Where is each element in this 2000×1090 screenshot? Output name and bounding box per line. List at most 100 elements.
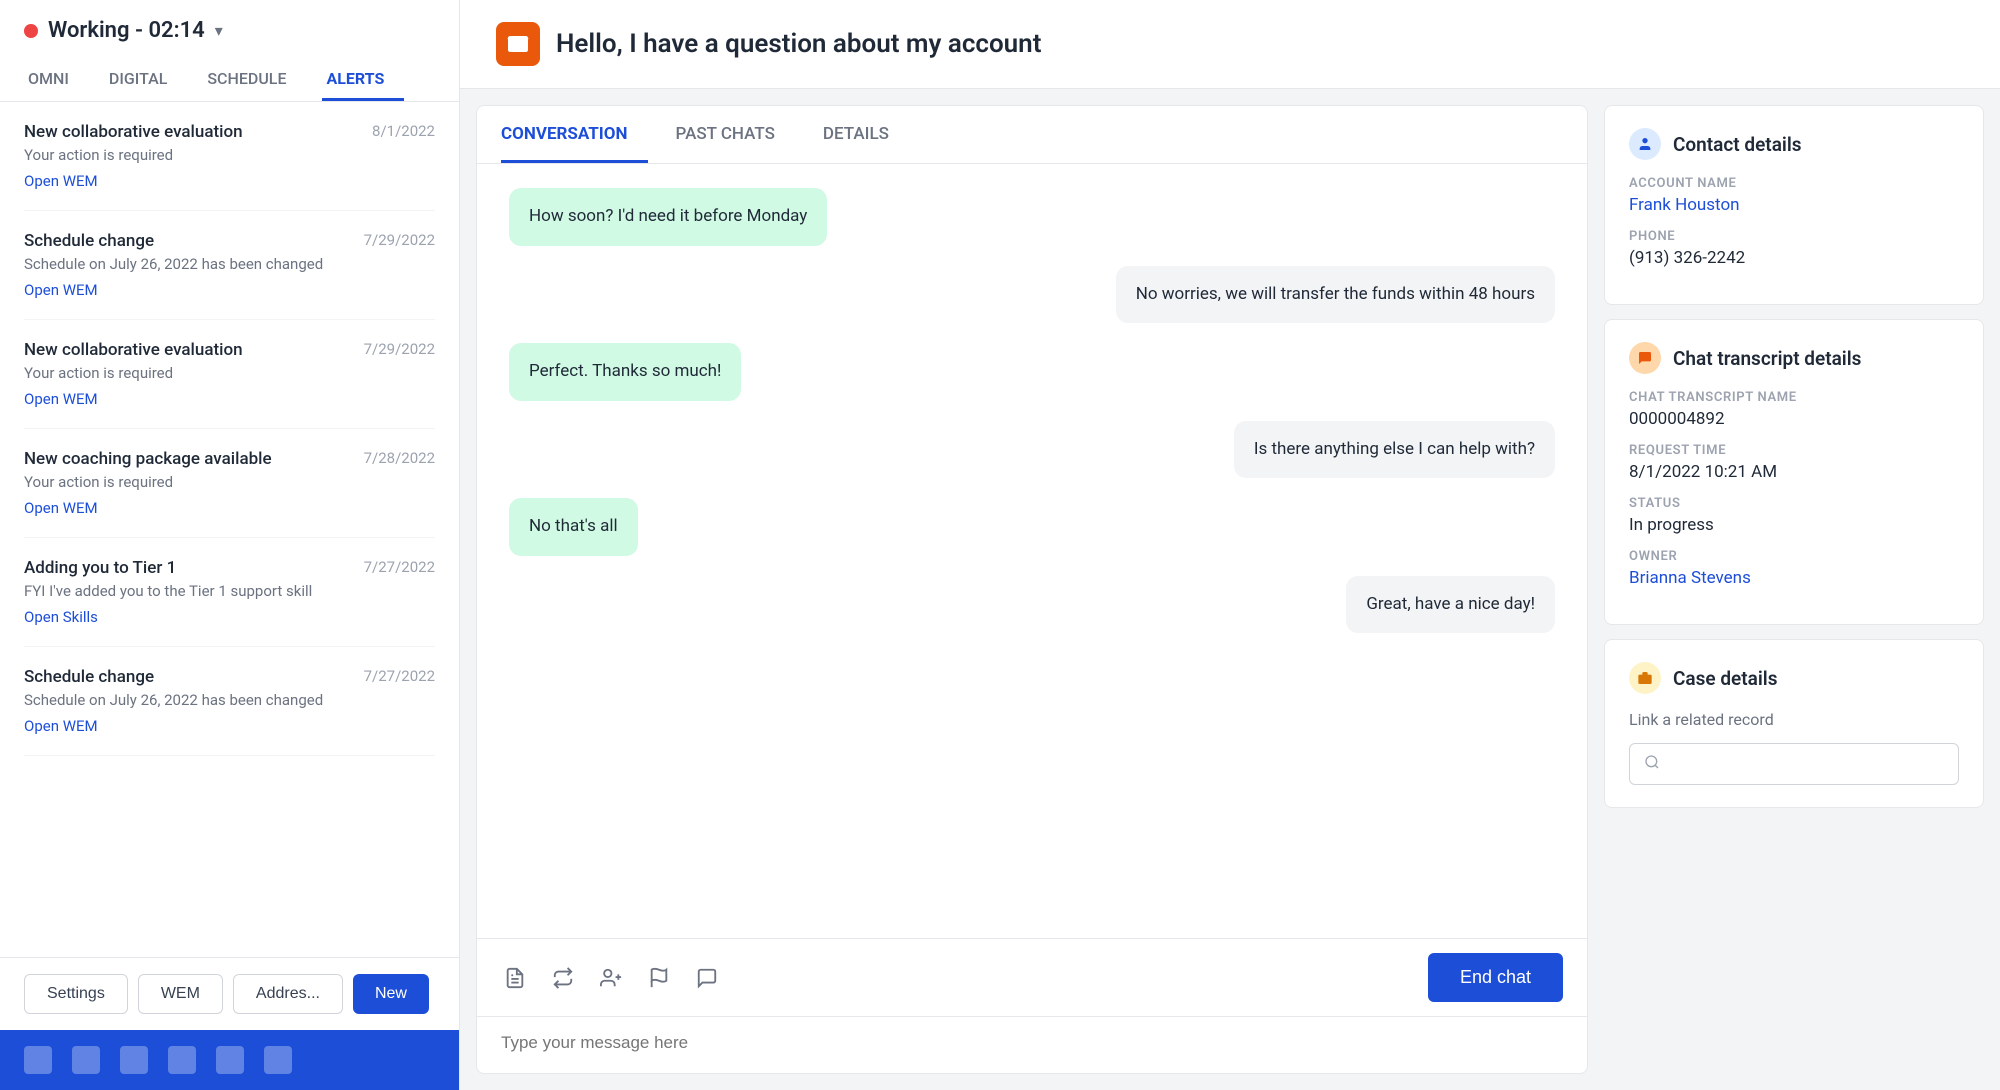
list-item: New collaborative evaluation 8/1/2022 Yo… [24, 102, 435, 211]
alert-row: Schedule change 7/27/2022 [24, 667, 435, 687]
settings-button[interactable]: Settings [24, 974, 128, 1014]
alert-date: 7/27/2022 [364, 558, 435, 576]
alert-desc: Your action is required [24, 364, 435, 382]
alert-row: New coaching package available 7/28/2022 [24, 449, 435, 469]
owner-value[interactable]: Brianna Stevens [1629, 568, 1959, 588]
bottom-icon-3[interactable] [120, 1046, 148, 1074]
chat-header-icon [496, 22, 540, 66]
contact-details-title: Contact details [1673, 133, 1802, 156]
status-row: Working - 02:14 ▾ [24, 18, 435, 43]
status-label: STATUS [1629, 496, 1959, 511]
case-icon [1629, 662, 1661, 694]
alert-link-4[interactable]: Open Skills [24, 608, 98, 626]
tab-conversation[interactable]: CONVERSATION [501, 106, 648, 163]
account-name-value[interactable]: Frank Houston [1629, 195, 1959, 215]
message-bubble: No worries, we will transfer the funds w… [1116, 266, 1555, 324]
alerts-list: New collaborative evaluation 8/1/2022 Yo… [0, 102, 459, 957]
addres-button[interactable]: Addres... [233, 974, 343, 1014]
sidebar-header: Working - 02:14 ▾ OMNI DIGITAL SCHEDULE … [0, 0, 459, 102]
alert-title: Schedule change [24, 231, 154, 251]
alert-title: New collaborative evaluation [24, 122, 243, 142]
transcript-name-label: CHAT TRANSCRIPT NAME [1629, 390, 1959, 405]
sidebar-bottom-bar [0, 1030, 459, 1090]
tab-schedule[interactable]: SCHEDULE [203, 59, 306, 101]
list-item: New coaching package available 7/28/2022… [24, 429, 435, 538]
alert-desc: Schedule on July 26, 2022 has been chang… [24, 255, 435, 273]
alert-link-2[interactable]: Open WEM [24, 390, 98, 408]
case-search-box[interactable] [1629, 743, 1959, 785]
status-text: Working - 02:14 [48, 18, 205, 43]
message-bubble: Perfect. Thanks so much! [509, 343, 741, 401]
page-title: Hello, I have a question about my accoun… [556, 29, 1041, 59]
wem-button[interactable]: WEM [138, 974, 223, 1014]
alert-row: Schedule change 7/29/2022 [24, 231, 435, 251]
chat-body: CONVERSATION PAST CHATS DETAILS How soon… [460, 89, 2000, 1090]
bottom-icon-6[interactable] [264, 1046, 292, 1074]
chat-toolbar: End chat [477, 938, 1587, 1016]
alert-desc: Schedule on July 26, 2022 has been chang… [24, 691, 435, 709]
alert-row: New collaborative evaluation 8/1/2022 [24, 122, 435, 142]
tab-omni[interactable]: OMNI [24, 59, 89, 101]
alert-title: New coaching package available [24, 449, 272, 469]
transfer-icon[interactable] [549, 964, 577, 992]
tab-alerts[interactable]: ALERTS [322, 59, 404, 101]
case-details-header: Case details [1629, 662, 1959, 694]
chat-header: Hello, I have a question about my accoun… [460, 0, 2000, 89]
status-dot [24, 24, 38, 38]
alert-row: Adding you to Tier 1 7/27/2022 [24, 558, 435, 578]
alert-link-1[interactable]: Open WEM [24, 281, 98, 299]
account-name-field: ACCOUNT NAME Frank Houston [1629, 176, 1959, 215]
alert-desc: Your action is required [24, 146, 435, 164]
list-item: New collaborative evaluation 7/29/2022 Y… [24, 320, 435, 429]
alert-title: New collaborative evaluation [24, 340, 243, 360]
conversation-tabs: CONVERSATION PAST CHATS DETAILS [477, 106, 1587, 164]
bottom-icon-4[interactable] [168, 1046, 196, 1074]
chat-transcript-icon [1629, 342, 1661, 374]
alert-title: Schedule change [24, 667, 154, 687]
alert-date: 7/28/2022 [364, 449, 435, 467]
alert-date: 7/29/2022 [364, 340, 435, 358]
alert-desc: Your action is required [24, 473, 435, 491]
add-person-icon[interactable] [597, 964, 625, 992]
phone-label: PHONE [1629, 229, 1959, 244]
end-chat-button[interactable]: End chat [1428, 953, 1563, 1002]
sidebar: Working - 02:14 ▾ OMNI DIGITAL SCHEDULE … [0, 0, 460, 1090]
case-details-title: Case details [1673, 667, 1778, 690]
status-value: In progress [1629, 515, 1959, 535]
sidebar-footer: Settings WEM Addres... New [0, 957, 459, 1030]
chevron-down-icon[interactable]: ▾ [215, 21, 223, 40]
phone-field: PHONE (913) 326-2242 [1629, 229, 1959, 268]
bottom-icon-5[interactable] [216, 1046, 244, 1074]
case-search-input[interactable] [1670, 755, 1944, 773]
comment-icon[interactable] [693, 964, 721, 992]
case-details-card: Case details Link a related record [1604, 639, 1984, 808]
request-time-label: REQUEST TIME [1629, 443, 1959, 458]
chat-input-area[interactable] [477, 1016, 1587, 1073]
list-item: Schedule change 7/27/2022 Schedule on Ju… [24, 647, 435, 756]
tab-past-chats[interactable]: PAST CHATS [676, 106, 795, 163]
bottom-icon-1[interactable] [24, 1046, 52, 1074]
chat-transcript-card: Chat transcript details CHAT TRANSCRIPT … [1604, 319, 1984, 625]
note-icon[interactable] [501, 964, 529, 992]
message-input[interactable] [501, 1033, 1563, 1053]
status-field: STATUS In progress [1629, 496, 1959, 535]
tab-details[interactable]: DETAILS [823, 106, 909, 163]
new-button[interactable]: New [353, 974, 429, 1014]
chat-transcript-header: Chat transcript details [1629, 342, 1959, 374]
contact-details-header: Contact details [1629, 128, 1959, 160]
alert-link-3[interactable]: Open WEM [24, 499, 98, 517]
alert-desc: FYI I've added you to the Tier 1 support… [24, 582, 435, 600]
alert-link-0[interactable]: Open WEM [24, 172, 98, 190]
person-icon [1629, 128, 1661, 160]
bottom-icon-2[interactable] [72, 1046, 100, 1074]
message-bubble: Is there anything else I can help with? [1234, 421, 1555, 479]
list-item: Adding you to Tier 1 7/27/2022 FYI I've … [24, 538, 435, 647]
flag-icon[interactable] [645, 964, 673, 992]
chat-transcript-title: Chat transcript details [1673, 347, 1861, 370]
tab-digital[interactable]: DIGITAL [105, 59, 187, 101]
alert-link-5[interactable]: Open WEM [24, 717, 98, 735]
case-details-link-text: Link a related record [1629, 710, 1959, 729]
messages-area: How soon? I'd need it before Monday No w… [477, 164, 1587, 938]
owner-label: OWNER [1629, 549, 1959, 564]
phone-value: (913) 326-2242 [1629, 248, 1959, 268]
